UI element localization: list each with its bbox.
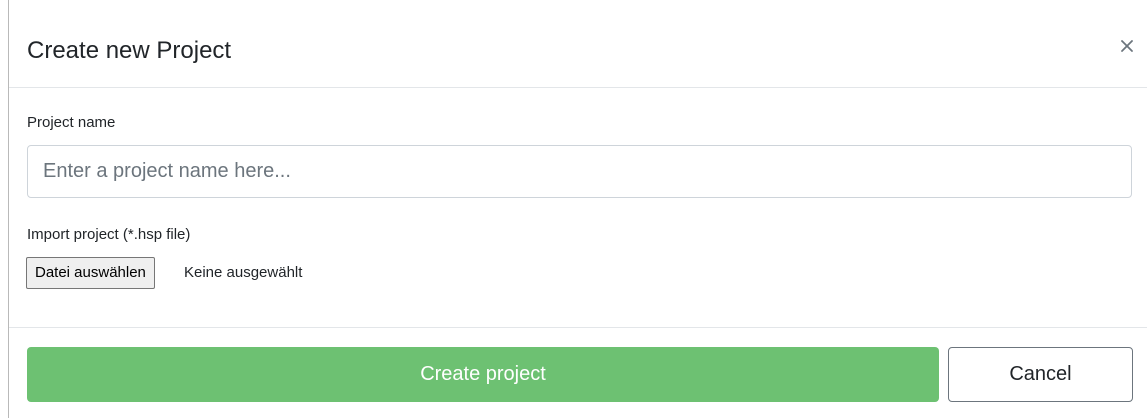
- file-status-text: Keine ausgewählt: [184, 264, 303, 281]
- project-name-label: Project name: [27, 114, 116, 131]
- close-icon: [1113, 32, 1141, 60]
- choose-file-button[interactable]: Datei auswählen: [26, 257, 155, 289]
- dialog-header: Create new Project: [9, 0, 1147, 88]
- project-name-input[interactable]: [27, 145, 1132, 198]
- create-project-button[interactable]: Create project: [27, 347, 939, 402]
- create-project-dialog: Create new Project Project name Import p…: [8, 0, 1147, 418]
- dialog-title: Create new Project: [27, 37, 232, 64]
- close-button[interactable]: [1113, 32, 1141, 60]
- cancel-button[interactable]: Cancel: [948, 347, 1133, 402]
- dialog-footer: Create project Cancel: [9, 327, 1147, 418]
- import-project-label: Import project (*.hsp file): [27, 226, 191, 243]
